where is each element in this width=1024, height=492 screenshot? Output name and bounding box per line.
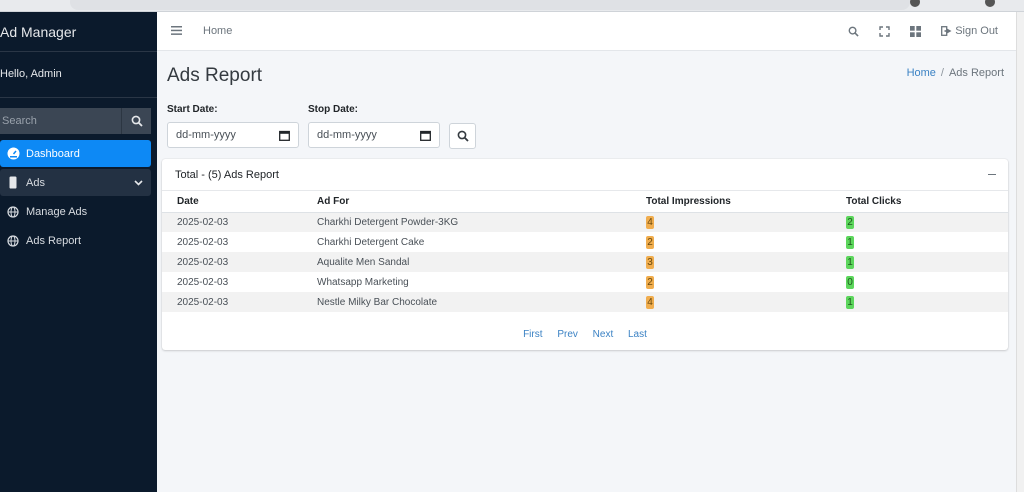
cell-date: 2025-02-03 <box>162 212 302 232</box>
column-header-clicks: Total Clicks <box>831 191 1008 213</box>
report-table: Date Ad For Total Impressions Total Clic… <box>162 191 1008 312</box>
globe-icon <box>6 205 20 219</box>
calendar-icon[interactable] <box>279 130 290 141</box>
sidebar-item-label: Ads <box>26 176 45 189</box>
pagination-last-link[interactable]: Last <box>628 329 647 340</box>
column-header-date: Date <box>162 191 302 213</box>
sign-out-button[interactable]: Sign Out <box>941 25 998 37</box>
navbar-actions: Sign Out <box>828 25 998 37</box>
pagination-next-link[interactable]: Next <box>593 329 614 340</box>
clicks-badge: 1 <box>846 295 854 309</box>
stop-date-value: dd-mm-yyyy <box>317 129 377 141</box>
cell-ad-for: Whatsapp Marketing <box>317 276 409 288</box>
stop-date-group: Stop Date: dd-mm-yyyy <box>308 104 440 148</box>
mobile-icon <box>6 176 20 190</box>
sign-out-label: Sign Out <box>955 25 998 37</box>
cell-ad-for: Charkhi Detergent Cake <box>317 236 425 248</box>
impressions-badge: 2 <box>646 275 654 289</box>
start-date-group: Start Date: dd-mm-yyyy <box>167 104 299 148</box>
sidebar-item-ads[interactable]: Ads <box>0 169 151 196</box>
cell-date: 2025-02-03 <box>177 236 229 248</box>
user-greeting[interactable]: Hello, Admin <box>0 52 157 98</box>
filter-search-button[interactable] <box>449 123 476 149</box>
pagination-prev-link[interactable]: Prev <box>557 329 578 340</box>
sidebar-search <box>0 108 151 134</box>
impressions-badge: 2 <box>646 235 654 249</box>
impressions-badge: 3 <box>646 255 654 269</box>
sidebar-item-dashboard[interactable]: Dashboard <box>0 140 151 167</box>
start-date-value: dd-mm-yyyy <box>176 129 236 141</box>
sidebar-search-button[interactable] <box>121 108 151 134</box>
brand-title[interactable]: Ad Manager <box>0 12 157 52</box>
page-title: Ads Report <box>167 65 263 86</box>
table-row: 2025-02-03 Aqualite Men Sandal 3 1 <box>162 252 1008 272</box>
start-date-label: Start Date: <box>167 104 218 115</box>
stop-date-label: Stop Date: <box>308 104 358 115</box>
breadcrumb-home-link[interactable]: Home <box>907 67 936 79</box>
report-card: Total - (5) Ads Report Date Ad For Total… <box>162 159 1008 350</box>
sidebar-item-label: Ads Report <box>26 234 82 247</box>
page-scrollbar[interactable] <box>1016 12 1024 492</box>
breadcrumb-current: Ads Report <box>948 67 1004 79</box>
main-content: Ads Report Home / Ads Report Start Date: d… <box>157 51 1016 492</box>
address-bar[interactable] <box>70 0 910 10</box>
sign-out-icon <box>941 26 952 36</box>
pagination: First Prev Next Last <box>162 329 1008 340</box>
cell-ad-for: Charkhi Detergent Powder-3KG <box>302 212 631 232</box>
sidebar-item-ads-report[interactable]: Ads Report <box>0 227 151 254</box>
sidebar-item-label: Manage Ads <box>26 205 88 218</box>
search-icon[interactable] <box>848 26 859 37</box>
table-row: 2025-02-03 Whatsapp Marketing 2 0 <box>162 272 1008 292</box>
cell-ad-for: Aqualite Men Sandal <box>302 252 631 272</box>
calendar-icon[interactable] <box>420 130 431 141</box>
clicks-badge: 1 <box>846 255 854 269</box>
cell-ad-for: Nestle Milky Bar Chocolate <box>302 292 631 312</box>
browser-toolbar <box>0 0 1024 12</box>
fullscreen-icon[interactable] <box>879 25 890 37</box>
sidebar-search-input[interactable] <box>0 108 121 134</box>
cell-date: 2025-02-03 <box>177 276 229 288</box>
collapse-minus-icon[interactable] <box>988 174 996 175</box>
hamburger-menu-icon[interactable] <box>171 22 185 40</box>
stop-date-input[interactable]: dd-mm-yyyy <box>308 122 440 148</box>
breadcrumb-separator: / <box>940 67 944 79</box>
table-row: 2025-02-03 Charkhi Detergent Cake 2 1 <box>162 232 1008 252</box>
column-header-ad-for: Ad For <box>302 191 631 213</box>
table-row: 2025-02-03 Nestle Milky Bar Chocolate 4 … <box>162 292 1008 312</box>
impressions-badge: 4 <box>646 295 654 309</box>
globe-icon <box>6 234 20 248</box>
report-heading: Total - (5) Ads Report <box>175 168 279 181</box>
sidebar-item-label: Dashboard <box>26 147 80 160</box>
search-icon <box>131 115 143 127</box>
sidebar: Ad Manager Hello, Admin Dashboard Ads <box>0 12 157 492</box>
table-row: 2025-02-03 Charkhi Detergent Powder-3KG … <box>162 212 1008 232</box>
clicks-badge: 2 <box>846 215 854 229</box>
cell-date: 2025-02-03 <box>162 292 302 312</box>
nav-home-link[interactable]: Home <box>203 25 232 37</box>
start-date-input[interactable]: dd-mm-yyyy <box>167 122 299 148</box>
bookmark-icon[interactable] <box>910 0 920 7</box>
chevron-down-icon <box>134 177 143 189</box>
search-icon <box>457 130 469 142</box>
table-header-row: Date Ad For Total Impressions Total Clic… <box>162 191 1008 213</box>
breadcrumb: Home / Ads Report <box>907 67 1004 79</box>
column-header-impressions: Total Impressions <box>631 191 831 213</box>
grid-apps-icon[interactable] <box>910 25 922 37</box>
cell-date: 2025-02-03 <box>162 252 302 272</box>
profile-icon[interactable] <box>985 0 995 7</box>
pagination-first-link[interactable]: First <box>523 329 542 340</box>
clicks-badge: 0 <box>846 275 854 289</box>
report-card-header: Total - (5) Ads Report <box>162 159 1008 191</box>
impressions-badge: 4 <box>646 215 654 229</box>
top-navbar: Home Sign Out <box>157 12 1016 51</box>
sidebar-nav: Dashboard Ads Manage Ads Ads Report <box>0 140 157 254</box>
sidebar-item-manage-ads[interactable]: Manage Ads <box>0 198 151 225</box>
clicks-badge: 1 <box>846 235 854 249</box>
dashboard-gauge-icon <box>6 147 20 161</box>
